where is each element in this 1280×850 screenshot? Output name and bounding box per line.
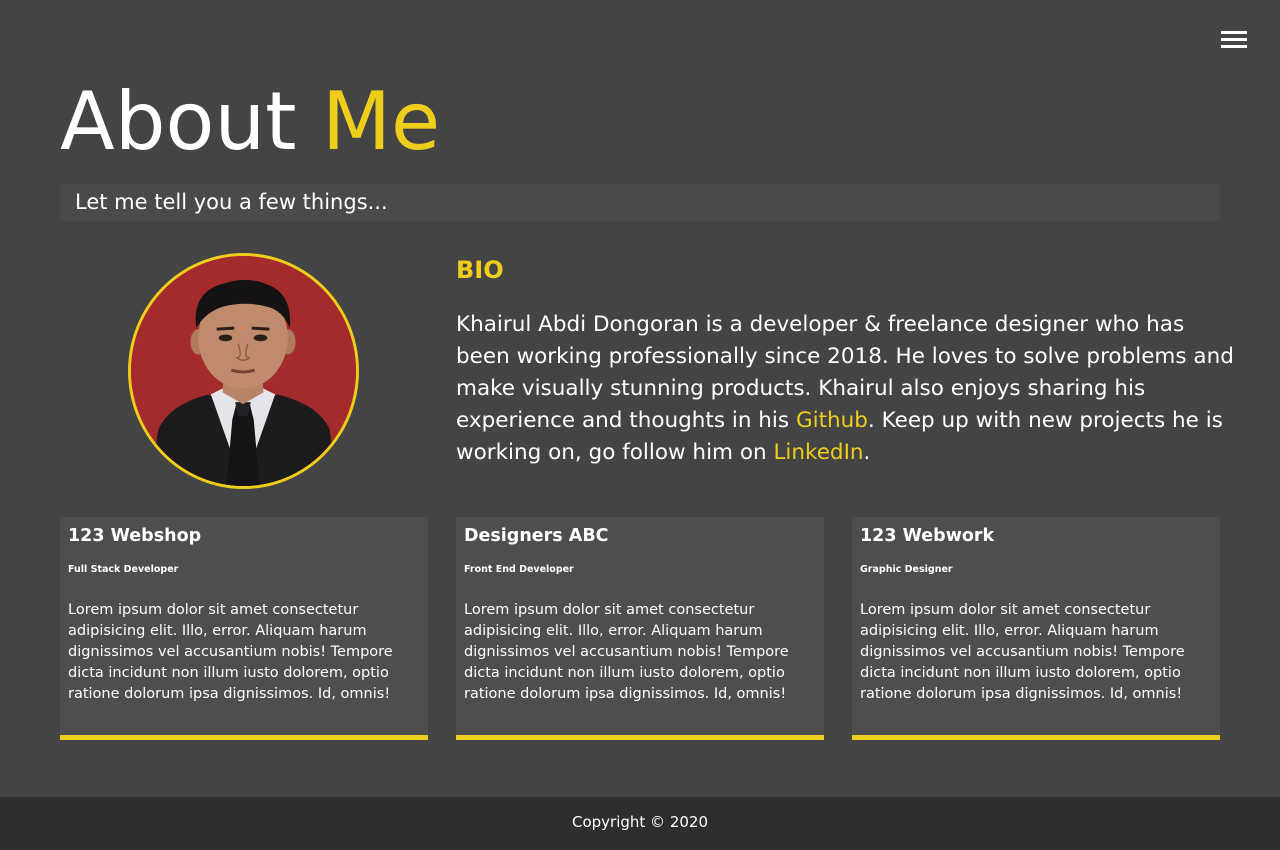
menu-line <box>1221 31 1247 34</box>
job-description: Lorem ipsum dolor sit amet consectetur a… <box>464 602 789 702</box>
menu-line <box>1221 45 1247 48</box>
page-title-accent: Me <box>321 75 441 168</box>
menu-line <box>1221 38 1247 41</box>
profile-photo <box>128 253 359 489</box>
job-card: 123 Webwork Graphic Designer Lorem ipsum… <box>852 517 1220 740</box>
hamburger-menu-icon[interactable] <box>1221 31 1247 49</box>
job-role: Graphic Designer <box>860 564 953 575</box>
copyright-text: Copyright © 2020 <box>571 813 708 831</box>
github-link[interactable]: Github <box>796 408 868 433</box>
job-role: Front End Developer <box>464 564 574 575</box>
linkedin-link[interactable]: LinkedIn <box>773 440 863 465</box>
page-title: About Me <box>60 74 440 170</box>
page-subtitle: Let me tell you a few things... <box>60 184 1220 221</box>
job-role: Full Stack Developer <box>68 564 179 575</box>
job-company: 123 Webwork <box>860 526 995 546</box>
job-company: 123 Webshop <box>68 526 202 546</box>
bio-paragraph: Khairul Abdi Dongoran is a developer & f… <box>456 309 1236 469</box>
about-page: About Me Let me tell you a few things... <box>0 0 1280 850</box>
bio-heading: BIO <box>456 256 504 284</box>
job-description: Lorem ipsum dolor sit amet consectetur a… <box>860 602 1185 702</box>
job-card: Designers ABC Front End Developer Lorem … <box>456 517 824 740</box>
bio-text-part: . <box>863 440 871 465</box>
page-title-main: About <box>60 75 297 168</box>
job-description: Lorem ipsum dolor sit amet consectetur a… <box>68 602 393 702</box>
job-company: Designers ABC <box>464 526 609 546</box>
page-footer: Copyright © 2020 <box>0 797 1280 850</box>
job-card: 123 Webshop Full Stack Developer Lorem i… <box>60 517 428 740</box>
